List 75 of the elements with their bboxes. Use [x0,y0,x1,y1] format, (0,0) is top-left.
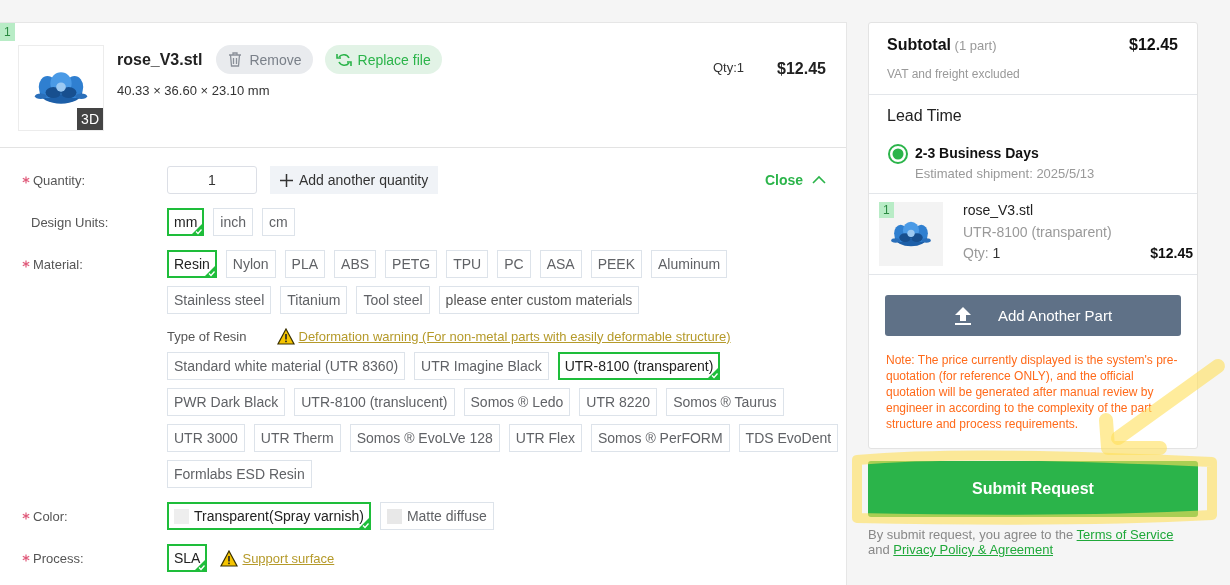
file-name: rose_V3.stl [117,50,203,69]
custom-material-field[interactable]: please enter custom materials [438,286,639,314]
option-chip[interactable]: UTR 8220 [579,388,658,416]
option-chip[interactable]: UTR-8100 (transparent) [557,352,721,380]
field-label: Process: [33,550,84,566]
option-chip[interactable]: Transparent(Spray varnish) [167,502,371,530]
option-chip[interactable]: Formlabs ESD Resin [167,460,312,488]
option-chip[interactable]: Tool steel [356,286,430,314]
option-chip[interactable]: Titanium [280,286,348,314]
option-chip[interactable]: PWR Dark Black [167,388,286,416]
field-label: Material: [33,256,83,272]
part-count: (1 part) [953,38,997,53]
option-chip[interactable]: inch [213,208,253,236]
add-part-button[interactable]: Add Another Part [885,295,1181,336]
option-chip[interactable]: UTR Therm [253,424,341,452]
option-chip[interactable]: Somos ® Taurus [666,388,784,416]
estimated-shipment: Estimated shipment: 2025/5/13 [915,166,1095,181]
warning-icon [220,549,239,567]
option-chip[interactable]: UTR 3000 [167,424,245,452]
add-quantity-button[interactable]: Add another quantity [270,166,439,194]
warning-icon [276,327,295,345]
option-chip[interactable]: ASA [539,250,582,278]
option-chip[interactable]: cm [262,208,295,236]
view-3d-badge[interactable]: 3D [77,108,103,130]
price-disclaimer: Note: The price currently displayed is the system's pre-quotation (for reference ONLY), and the official quotation will be generated after manual review by engineer in according to the complexity of the part structure and process requirements. [886,352,1179,432]
option-chip[interactable]: UTR Flex [508,424,582,452]
part-name: rose_V3.stl [963,202,1035,218]
option-chip[interactable]: Standard white material (UTR 8360) [167,352,406,380]
field-label: Quantity: [33,172,86,188]
option-chip[interactable]: UTR-8100 (translucent) [294,388,455,416]
subtotal-label: Subtotal [887,36,951,53]
subtotal-amount: $12.45 [1129,36,1178,54]
part-thumbnail[interactable]: 3D [18,45,104,131]
field-label: Color: [33,508,68,524]
option-chip[interactable]: Aluminum [651,250,728,278]
part-price: $12.45 [1150,245,1193,261]
trash-icon [227,51,244,68]
option-chip[interactable]: SLA [167,544,208,572]
quantity-field[interactable]: 1 [167,166,257,194]
quantity-value: 1 [991,245,1001,261]
option-chip[interactable]: PETG [385,250,438,278]
part-price: $12.45 [777,60,826,78]
upload-icon [953,306,972,325]
part-dimensions: 40.33 × 36.60 × 23.10 mm [117,83,271,98]
option-chip[interactable]: Nylon [225,250,276,278]
radio-button[interactable] [887,143,909,165]
option-chip[interactable]: Somos ® PerFORM [590,424,730,452]
option-chip[interactable]: Resin [167,250,217,278]
option-chip[interactable]: Somos ® Ledo [463,388,571,416]
field-label: Type of Resin [167,328,247,344]
option-chip[interactable]: UTR Imagine Black [414,352,549,380]
option-chip[interactable]: ABS [334,250,377,278]
field-label: Design Units: [31,214,109,230]
section-title: Lead Time [887,107,963,125]
option-chip[interactable]: Matte diffuse [379,502,494,530]
option-chip[interactable]: PLA [284,250,326,278]
remove-button[interactable]: Remove [216,45,313,74]
part-quantity: Qty:1 [713,60,745,75]
part-material: UTR-8100 (transparent) [963,224,1113,240]
lead-time-option[interactable]: 2-3 Business Days [915,145,1095,161]
plus-icon [280,173,293,187]
part-index-badge: 1 [879,202,894,218]
part-index-badge: 1 [0,23,15,41]
tax-note: VAT and freight excluded [887,67,1021,81]
agreement-text: By submit request, you agree to the Terms of Service and Privacy Policy & Agreement [868,527,1175,557]
option-chip[interactable]: PEEK [590,250,643,278]
chevron-up-icon [812,175,826,185]
option-chip[interactable]: Stainless steel [167,286,272,314]
option-chip[interactable]: TDS EvoDent [738,424,839,452]
quantity-label: Qty: [963,245,989,261]
option-chip[interactable]: PC [497,250,531,278]
option-chip[interactable]: mm [167,208,205,236]
option-chip[interactable]: Somos ® EvoLVe 128 [349,424,500,452]
refresh-icon [335,51,352,68]
option-chip[interactable]: TPU [446,250,489,278]
